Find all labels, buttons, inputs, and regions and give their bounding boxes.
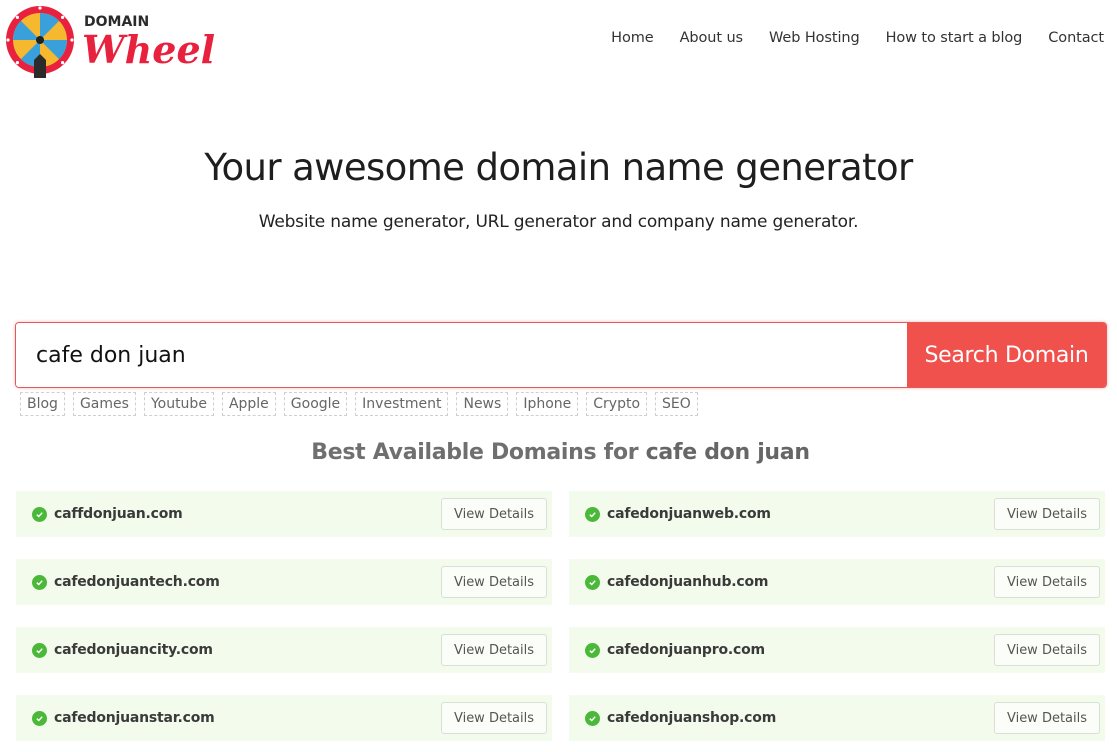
domain-result-row: cafedonjuancity.com View Details <box>16 627 552 673</box>
results-heading: Best Available Domains for cafe don juan <box>0 440 1117 465</box>
domain-name: cafedonjuanweb.com <box>607 506 771 522</box>
nav-contact[interactable]: Contact <box>1035 30 1104 46</box>
domain-name: cafedonjuanpro.com <box>607 642 765 658</box>
view-details-button[interactable]: View Details <box>441 566 547 598</box>
domain-name: cafedonjuantech.com <box>54 574 220 590</box>
nav-how-to-start-a-blog[interactable]: How to start a blog <box>873 30 1036 46</box>
domain-name: cafedonjuanhub.com <box>607 574 769 590</box>
domain-results: caffdonjuan.com View Details cafedonjuan… <box>16 491 1106 741</box>
nav-home[interactable]: Home <box>598 30 666 46</box>
view-details-button[interactable]: View Details <box>994 566 1100 598</box>
logo-main-text: Wheel <box>82 27 215 72</box>
available-check-icon <box>32 642 47 658</box>
domain-result-row: cafedonjuanpro.com View Details <box>569 627 1105 673</box>
domain-result-row: cafedonjuanweb.com View Details <box>569 491 1105 537</box>
domain-name: caffdonjuan.com <box>54 506 183 522</box>
tag-iphone[interactable]: Iphone <box>516 392 579 416</box>
page-subtitle: Website name generator, URL generator an… <box>258 212 859 232</box>
tag-blog[interactable]: Blog <box>20 392 65 416</box>
domain-search-form: Search Domain <box>15 322 1107 388</box>
tag-crypto[interactable]: Crypto <box>586 392 648 416</box>
tag-apple[interactable]: Apple <box>221 392 276 416</box>
domain-result-row: cafedonjuantech.com View Details <box>16 559 552 605</box>
tag-youtube[interactable]: Youtube <box>143 392 214 416</box>
main-nav: Home About us Web Hosting How to start a… <box>598 30 1104 46</box>
domainwheel-logo[interactable]: DOMAIN Wheel <box>4 4 219 78</box>
domain-name: cafedonjuanshop.com <box>607 710 777 726</box>
wheel-logo-icon: DOMAIN Wheel <box>6 6 215 78</box>
nav-web-hosting[interactable]: Web Hosting <box>756 30 873 46</box>
page-title: Your awesome domain name generator <box>204 146 913 189</box>
view-details-button[interactable]: View Details <box>441 702 547 734</box>
search-domain-button[interactable]: Search Domain <box>907 323 1106 387</box>
domain-search-input[interactable] <box>16 323 907 387</box>
nav-about-us[interactable]: About us <box>667 30 756 46</box>
available-check-icon <box>32 710 47 726</box>
tag-games[interactable]: Games <box>72 392 136 416</box>
available-check-icon <box>585 574 600 590</box>
domain-result-row: cafedonjuanstar.com View Details <box>16 695 552 741</box>
domain-result-row: cafedonjuanhub.com View Details <box>569 559 1105 605</box>
view-details-button[interactable]: View Details <box>994 498 1100 530</box>
available-check-icon <box>585 506 600 522</box>
available-check-icon <box>585 710 600 726</box>
view-details-button[interactable]: View Details <box>994 702 1100 734</box>
view-details-button[interactable]: View Details <box>441 498 547 530</box>
available-check-icon <box>32 506 47 522</box>
available-check-icon <box>585 642 600 658</box>
tag-seo[interactable]: SEO <box>655 392 698 416</box>
domain-result-row: cafedonjuanshop.com View Details <box>569 695 1105 741</box>
available-check-icon <box>32 574 47 590</box>
results-heading-query: cafe don juan <box>645 440 810 465</box>
domain-name: cafedonjuanstar.com <box>54 710 215 726</box>
tag-investment[interactable]: Investment <box>355 392 449 416</box>
view-details-button[interactable]: View Details <box>441 634 547 666</box>
keyword-tags: Blog Games Youtube Apple Google Investme… <box>20 392 698 416</box>
results-heading-prefix: Best Available Domains for <box>311 440 639 465</box>
domain-result-row: caffdonjuan.com View Details <box>16 491 552 537</box>
tag-news[interactable]: News <box>456 392 509 416</box>
tag-google[interactable]: Google <box>283 392 348 416</box>
view-details-button[interactable]: View Details <box>994 634 1100 666</box>
domain-name: cafedonjuancity.com <box>54 642 213 658</box>
